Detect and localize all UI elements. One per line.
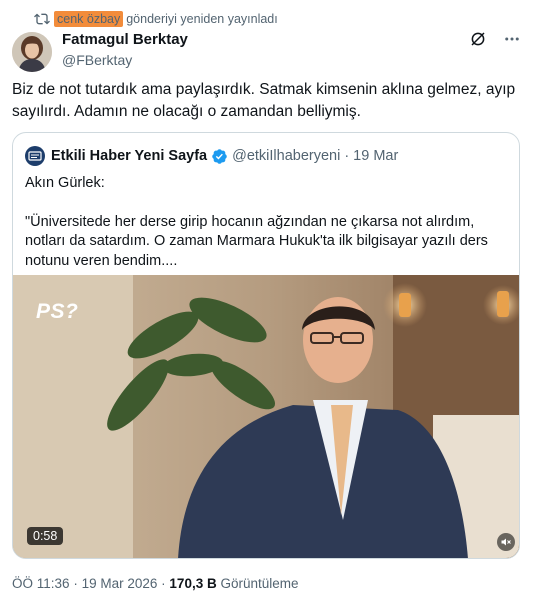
quote-line-speaker: Akın Gürlek: (25, 175, 105, 191)
verified-badge-icon (212, 148, 227, 164)
avatar[interactable] (12, 32, 52, 72)
video-player[interactable]: PS? 0:58 (13, 275, 519, 558)
more-options-icon[interactable] (503, 30, 521, 48)
quote-line-text: "Üniversitede her derse girip hocanın ağ… (25, 213, 488, 269)
video-thumbnail (13, 275, 519, 558)
views-count: 170,3 B (169, 576, 217, 591)
tweet-time[interactable]: ÖÖ 11:36 (12, 576, 70, 591)
author-name[interactable]: Fatmagul Berktay (62, 31, 188, 49)
video-logo: PS? (36, 300, 79, 323)
repost-icon (34, 13, 50, 25)
author-handle[interactable]: @FBerktay (62, 51, 188, 69)
mute-icon[interactable] (497, 533, 515, 551)
quote-date[interactable]: 19 Mar (353, 148, 398, 164)
repost-user-link[interactable]: cenk özbay (54, 11, 124, 27)
views-label: Görüntüleme (220, 576, 299, 591)
grok-icon[interactable] (469, 30, 487, 48)
quote-avatar[interactable] (25, 146, 45, 166)
repost-indicator: cenk özbay gönderiyi yeniden yayınladı (34, 9, 278, 29)
meta-separator: · (73, 576, 78, 591)
quote-author-name[interactable]: Etkili Haber Yeni Sayfa (51, 148, 207, 164)
quote-body: Akın Gürlek: "Üniversitede her derse gir… (25, 174, 509, 290)
meta-separator: · (161, 576, 166, 591)
quoted-tweet[interactable]: Etkili Haber Yeni Sayfa @etkiIlhaberyeni… (12, 132, 520, 559)
repost-label: gönderiyi yeniden yayınladı (126, 12, 278, 26)
quote-separator: · (344, 148, 350, 164)
quote-author-handle[interactable]: @etkiIlhaberyeni (232, 148, 340, 164)
video-duration: 0:58 (27, 527, 64, 545)
tweet-date[interactable]: 19 Mar 2026 (82, 576, 158, 591)
tweet-text: Biz de not tutardık ama paylaşırdık. Sat… (12, 81, 516, 120)
tweet-meta: ÖÖ 11:36 · 19 Mar 2026 · 170,3 B Görüntü… (12, 576, 299, 591)
